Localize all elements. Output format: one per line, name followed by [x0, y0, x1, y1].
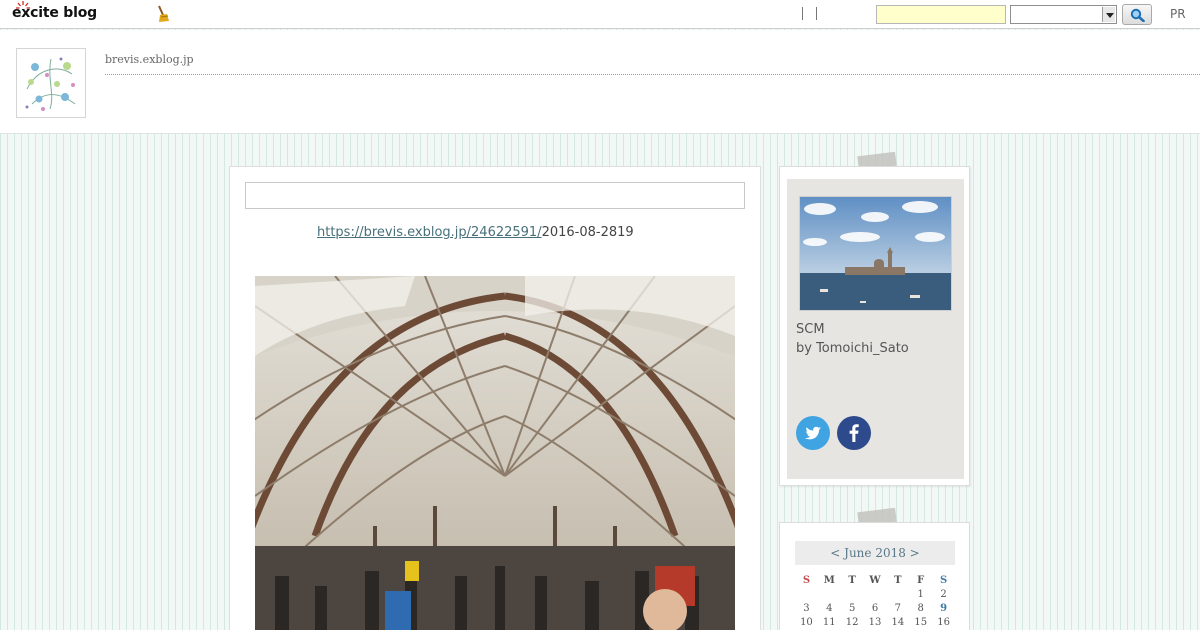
calendar-day: 13 [868, 617, 882, 628]
calendar-day [795, 589, 818, 603]
calendar-day: 7 [894, 603, 902, 614]
weekday-label: F [917, 575, 925, 586]
calendar-month-nav[interactable]: < June 2018 > [795, 541, 955, 565]
author-line: by Tomoichi_Sato [796, 341, 909, 356]
weekday-label: S [939, 575, 948, 586]
blog-header: brevis.exblog.jp [0, 30, 1200, 134]
profile-card: SCM by Tomoichi_Sato [779, 166, 970, 486]
blog-name[interactable]: SCM [796, 322, 825, 337]
broom-icon[interactable] [156, 5, 170, 23]
calendar-day: 10 [800, 617, 813, 628]
divider [802, 7, 803, 20]
weekday-label: W [869, 575, 881, 586]
calendar-day: 11 [822, 617, 836, 628]
calendar-day: 5 [848, 603, 856, 614]
blog-icon[interactable] [16, 48, 86, 118]
chevron-down-icon[interactable] [1102, 7, 1115, 22]
calendar-day [841, 589, 864, 603]
calendar-day: 16 [937, 617, 950, 628]
top-bar: excite blog PR [0, 0, 1200, 29]
calendar-week-row: 10 11 12 13 14 15 16 [795, 617, 955, 630]
profile-photo[interactable] [799, 196, 952, 311]
profile-panel: SCM by Tomoichi_Sato [787, 179, 964, 479]
post-title-box [245, 182, 745, 209]
facebook-share-button[interactable] [837, 416, 871, 450]
excite-logo[interactable]: excite blog [12, 1, 97, 21]
calendar-grid: S M T W T F S 1 2 3 4 5 6 7 8 9 10 11 12… [795, 575, 955, 630]
floral-illustration [25, 57, 76, 111]
calendar-day [886, 589, 909, 603]
facebook-icon [849, 424, 859, 442]
post-date: 2016-08-2819 [541, 225, 634, 240]
calendar-day: 1 [917, 589, 924, 600]
blog-domain[interactable]: brevis.exblog.jp [105, 53, 194, 66]
weekday-label: T [848, 575, 856, 586]
calendar-day: 3 [803, 603, 810, 614]
calendar-weekday-row: S M T W T F S [795, 575, 955, 589]
divider [816, 7, 817, 20]
calendar-day: 6 [871, 603, 879, 614]
search-input[interactable] [876, 5, 1006, 24]
pr-link[interactable]: PR [1170, 7, 1186, 21]
post-meta: https://brevis.exblog.jp/24622591/2016-0… [317, 225, 634, 240]
calendar-day: 14 [891, 617, 905, 628]
calendar-week-row: 3 4 5 6 7 8 9 [795, 603, 955, 617]
twitter-icon [805, 426, 821, 440]
post-photo[interactable] [255, 276, 735, 630]
calendar-day-link[interactable]: 9 [932, 603, 955, 617]
weekday-label: M [823, 575, 835, 586]
calendar-day: 4 [826, 603, 833, 614]
venice-lagoon-photo [800, 197, 951, 310]
calendar-day: 15 [914, 617, 928, 628]
weekday-label: T [894, 575, 902, 586]
search-button[interactable] [1122, 4, 1152, 25]
weekday-label: S [802, 575, 811, 586]
post-column: https://brevis.exblog.jp/24622591/2016-0… [229, 166, 761, 630]
calendar-day [864, 589, 887, 603]
calendar-widget: < June 2018 > S M T W T F S 1 2 3 4 5 6 … [779, 522, 970, 630]
twitter-share-button[interactable] [796, 416, 830, 450]
excite-logo-icon [16, 1, 30, 9]
magnifier-icon [1130, 8, 1145, 22]
search-scope-select[interactable] [1010, 5, 1117, 24]
calendar-day [818, 589, 841, 603]
station-roof-photo [255, 276, 735, 630]
calendar-day: 8 [917, 603, 924, 614]
calendar-day: 12 [845, 617, 859, 628]
calendar-week-row: 1 2 [795, 589, 955, 603]
post-permalink[interactable]: https://brevis.exblog.jp/24622591/ [317, 225, 542, 240]
calendar-day: 2 [940, 589, 947, 600]
header-divider [105, 74, 1200, 75]
